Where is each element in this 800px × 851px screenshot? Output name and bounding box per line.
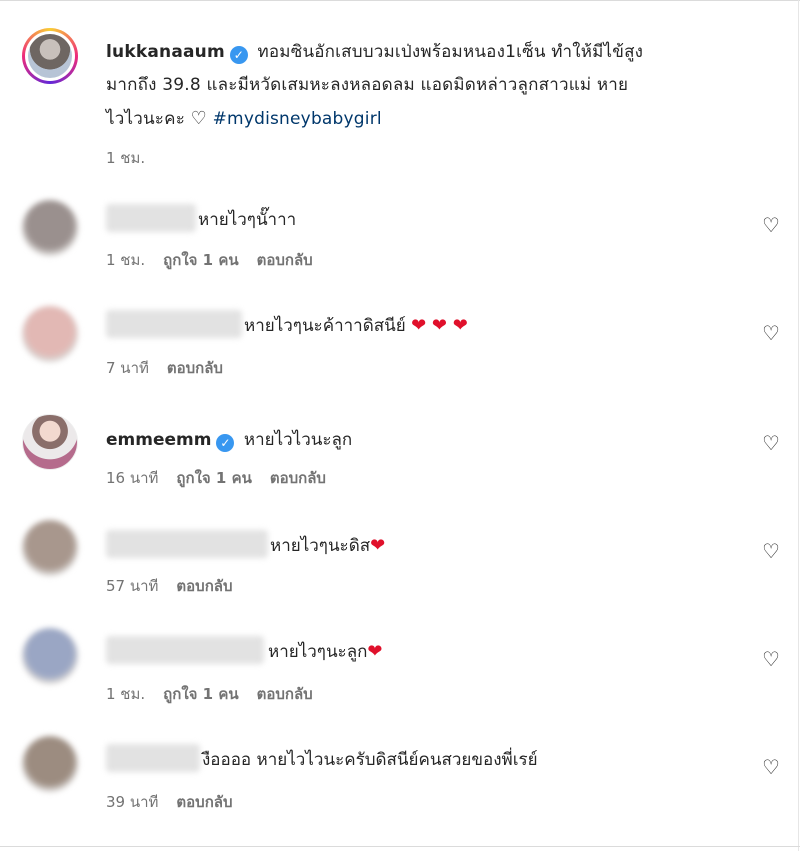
comment-text: หายไวๆนั๊าาา xyxy=(198,210,297,230)
commenter-avatar[interactable] xyxy=(22,414,78,470)
comment-meta: 16 นาที ถูกใจ 1 คน ตอบกลับ xyxy=(106,466,344,490)
caption-meta: 1 ชม. xyxy=(106,146,163,170)
author-avatar[interactable] xyxy=(22,28,78,84)
commenter-username-blurred[interactable] xyxy=(106,744,200,772)
commenter-username-blurred[interactable] xyxy=(106,310,242,338)
caption-time[interactable]: 1 ชม. xyxy=(106,149,145,167)
commenter-username-blurred[interactable] xyxy=(106,636,264,664)
caption-line-1: ทอมซินอักเสบบวมเป่งพร้อมหนอง1เซ็น ทำให้ม… xyxy=(257,42,644,62)
commenter-avatar[interactable] xyxy=(22,628,78,684)
commenter-username-blurred[interactable] xyxy=(106,204,196,232)
author-username[interactable]: lukkanaaum xyxy=(106,42,225,62)
comment-likes[interactable]: ถูกใจ 1 คน xyxy=(176,469,251,487)
verified-badge-icon: ✓ xyxy=(216,434,235,452)
comment-meta: 1 ชม. ถูกใจ 1 คน ตอบกลับ xyxy=(106,248,331,272)
like-heart-icon[interactable]: ♡ xyxy=(760,756,782,778)
comment-meta: 57 นาที ตอบกลับ xyxy=(106,574,251,598)
caption-line-2: มากถึง 39.8 และมีหวัดเสมหะลงหลอดลม แอดมิ… xyxy=(106,75,629,95)
comment-time[interactable]: 1 ชม. xyxy=(106,251,145,269)
like-heart-icon[interactable]: ♡ xyxy=(760,432,782,454)
comment-text: emmeemm ✓ หายไวไวนะลูก xyxy=(106,430,353,452)
red-heart-icon: ❤ xyxy=(370,535,386,556)
comment-text: งืออออ หายไวไวนะครับดิสนีย์คนสวยของพี่เร… xyxy=(202,750,538,770)
comment-time[interactable]: 7 นาที xyxy=(106,359,149,377)
comment-likes[interactable]: ถูกใจ 1 คน xyxy=(163,251,238,269)
comment-meta: 1 ชม. ถูกใจ 1 คน ตอบกลับ xyxy=(106,682,331,706)
comment-meta: 39 นาที ตอบกลับ xyxy=(106,790,251,814)
right-divider xyxy=(798,0,799,851)
like-heart-icon[interactable]: ♡ xyxy=(760,648,782,670)
commenter-username[interactable]: emmeemm xyxy=(106,430,211,450)
reply-button[interactable]: ตอบกลับ xyxy=(176,577,232,595)
commenter-avatar[interactable] xyxy=(22,736,78,792)
reply-button[interactable]: ตอบกลับ xyxy=(176,793,232,811)
comment-text: หายไวๆนะดิส❤ xyxy=(270,535,386,556)
reply-button[interactable]: ตอบกลับ xyxy=(270,469,326,487)
commenter-avatar[interactable] xyxy=(22,520,78,576)
comment-time[interactable]: 16 นาที xyxy=(106,469,158,487)
bottom-divider xyxy=(0,846,800,847)
red-heart-icon: ❤ xyxy=(367,641,383,662)
heart-emoji-icon: ♡ xyxy=(190,108,207,129)
reply-button[interactable]: ตอบกลับ xyxy=(257,685,313,703)
comment-text: หายไวๆนะค้าาาดิสนีย์ ❤ ❤ ❤ xyxy=(244,315,468,336)
commenter-avatar[interactable] xyxy=(22,306,78,362)
comment-likes[interactable]: ถูกใจ 1 คน xyxy=(163,685,238,703)
comment-time[interactable]: 1 ชม. xyxy=(106,685,145,703)
commenter-avatar[interactable] xyxy=(22,200,78,256)
commenter-username-blurred[interactable] xyxy=(106,530,268,558)
comment-text: หายไวๆนะลูก❤ xyxy=(268,641,383,662)
caption-text: lukkanaaum ✓ ทอมซินอักเสบบวมเป่งพร้อมหนอง… xyxy=(106,36,766,136)
caption-line-3: ไวไวนะคะ xyxy=(106,109,186,129)
comment-time[interactable]: 39 นาที xyxy=(106,793,158,811)
hashtag-link[interactable]: #mydisneybabygirl xyxy=(213,109,382,129)
verified-badge-icon: ✓ xyxy=(229,46,248,64)
reply-button[interactable]: ตอบกลับ xyxy=(257,251,313,269)
reply-button[interactable]: ตอบกลับ xyxy=(167,359,223,377)
like-heart-icon[interactable]: ♡ xyxy=(760,214,782,236)
like-heart-icon[interactable]: ♡ xyxy=(760,322,782,344)
comment-time[interactable]: 57 นาที xyxy=(106,577,158,595)
red-heart-icon: ❤ ❤ ❤ xyxy=(411,315,468,336)
like-heart-icon[interactable]: ♡ xyxy=(760,540,782,562)
comment-meta: 7 นาที ตอบกลับ xyxy=(106,356,241,380)
top-divider xyxy=(0,0,800,1)
